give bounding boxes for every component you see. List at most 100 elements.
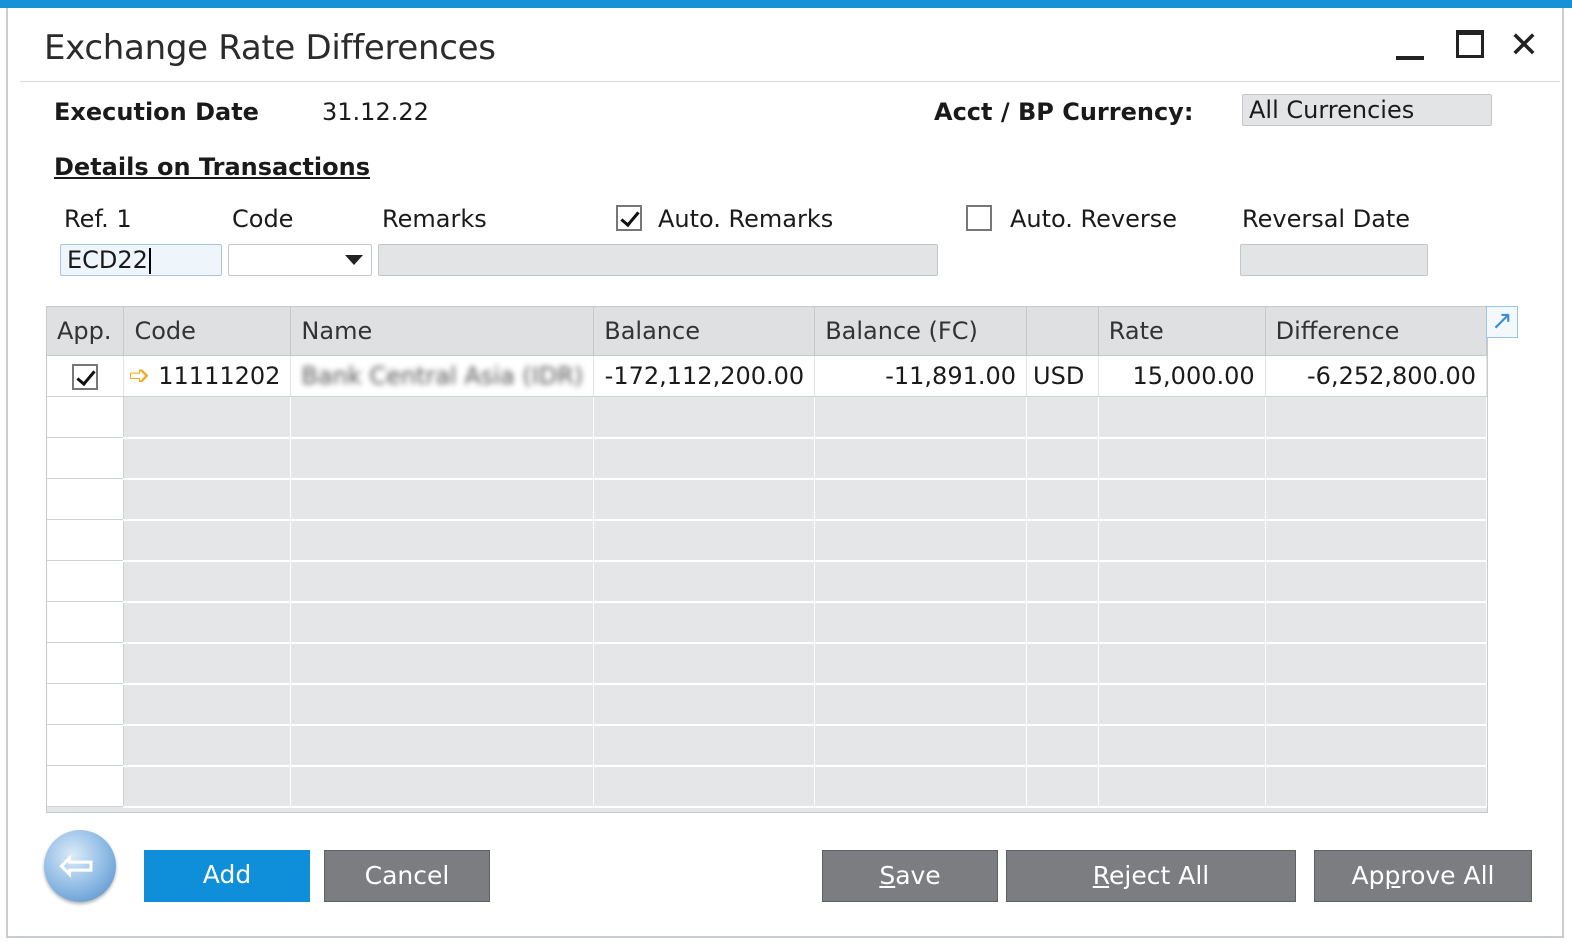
table-row[interactable] (47, 642, 1487, 685)
table-row[interactable] (47, 601, 1487, 644)
grid-cell[interactable] (123, 683, 292, 726)
table-row[interactable] (47, 396, 1487, 439)
rate-cell[interactable]: 15,000.00 (1098, 355, 1266, 397)
grid-cell[interactable] (1098, 601, 1266, 644)
grid-cell[interactable] (1098, 683, 1266, 726)
grid-cell[interactable] (814, 724, 1028, 767)
grid-cell[interactable] (814, 396, 1028, 439)
grid-cell[interactable] (1098, 437, 1266, 480)
grid-cell[interactable] (123, 437, 292, 480)
currency-field[interactable]: All Currencies (1242, 94, 1492, 126)
grid-cell[interactable] (290, 396, 595, 439)
grid-cell[interactable] (1098, 724, 1266, 767)
grid-cell[interactable] (123, 478, 292, 521)
grid-cell[interactable] (1098, 478, 1266, 521)
grid-cell[interactable] (593, 396, 816, 439)
auto-remarks-checkbox[interactable] (616, 205, 642, 231)
grid-cell[interactable] (593, 437, 816, 480)
grid-cell[interactable] (593, 560, 816, 603)
code-dropdown[interactable] (228, 244, 372, 276)
approve-checkbox[interactable] (72, 364, 99, 390)
cancel-button[interactable]: Cancel (324, 850, 490, 902)
grid-cell[interactable] (814, 683, 1028, 726)
table-row[interactable] (47, 560, 1487, 603)
column-header[interactable]: App. (47, 307, 125, 356)
grid-cell[interactable] (1265, 560, 1487, 603)
grid-cell[interactable] (290, 601, 595, 644)
maximize-button[interactable] (1450, 26, 1490, 66)
approve-cell[interactable] (47, 478, 125, 520)
grid-cell[interactable] (1098, 519, 1266, 562)
approve-cell[interactable] (47, 396, 125, 438)
grid-cell[interactable] (1026, 642, 1099, 685)
difference-cell[interactable]: -6,252,800.00 (1265, 355, 1487, 397)
grid-cell[interactable] (1265, 601, 1487, 644)
grid-cell[interactable] (123, 642, 292, 685)
grid-cell[interactable] (814, 642, 1028, 685)
ref1-input[interactable]: ECD22 (60, 244, 222, 276)
grid-cell[interactable] (1026, 519, 1099, 562)
grid-cell[interactable] (1098, 560, 1266, 603)
back-arrow-icon[interactable]: ⇦ (44, 830, 116, 902)
name-cell[interactable]: Bank Central Asia (IDR) (290, 355, 595, 397)
approve-cell[interactable] (47, 601, 125, 643)
grid-cell[interactable] (290, 765, 595, 808)
grid-cell[interactable] (290, 724, 595, 767)
expand-icon[interactable]: ↗ (1486, 306, 1518, 338)
close-button[interactable]: ✕ (1504, 26, 1544, 66)
currency-cell[interactable]: USD (1026, 355, 1099, 397)
grid-cell[interactable] (1265, 642, 1487, 685)
grid-cell[interactable] (1026, 437, 1099, 480)
grid-cell[interactable] (593, 683, 816, 726)
grid-cell[interactable] (1026, 478, 1099, 521)
grid-cell[interactable] (123, 396, 292, 439)
table-row[interactable]: ➩ 11111202 Bank Central Asia (IDR) -172,112… (47, 355, 1487, 397)
approve-cell[interactable] (47, 355, 125, 397)
save-button[interactable]: Save (822, 850, 998, 902)
grid-cell[interactable] (1265, 519, 1487, 562)
grid-cell[interactable] (1098, 765, 1266, 808)
grid-cell[interactable] (814, 478, 1028, 521)
table-row[interactable] (47, 683, 1487, 726)
reject-all-button[interactable]: Reject All (1006, 850, 1296, 902)
add-button[interactable]: Add (144, 850, 310, 902)
grid-cell[interactable] (814, 765, 1028, 808)
grid-cell[interactable] (123, 519, 292, 562)
column-header[interactable]: Rate (1098, 307, 1266, 356)
grid-cell[interactable] (1265, 396, 1487, 439)
table-row[interactable] (47, 519, 1487, 562)
approve-cell[interactable] (47, 683, 125, 725)
table-row[interactable] (47, 478, 1487, 521)
approve-cell[interactable] (47, 519, 125, 561)
column-header[interactable] (1026, 307, 1099, 356)
grid-cell[interactable] (1026, 724, 1099, 767)
grid-cell[interactable] (814, 437, 1028, 480)
balance-fc-cell[interactable]: -11,891.00 (814, 355, 1028, 397)
column-header[interactable]: Name (290, 307, 595, 356)
grid-cell[interactable] (123, 601, 292, 644)
link-arrow-icon[interactable]: ➩ (128, 361, 150, 391)
grid-cell[interactable] (1098, 642, 1266, 685)
grid-cell[interactable] (290, 642, 595, 685)
grid-cell[interactable] (593, 601, 816, 644)
column-header[interactable]: Difference (1265, 307, 1487, 356)
grid-cell[interactable] (123, 560, 292, 603)
approve-all-button[interactable]: Approve All (1314, 850, 1532, 902)
grid-cell[interactable] (1265, 437, 1487, 480)
grid-cell[interactable] (1026, 765, 1099, 808)
table-row[interactable] (47, 765, 1487, 808)
approve-cell[interactable] (47, 437, 125, 479)
remarks-input[interactable] (378, 244, 938, 276)
grid-cell[interactable] (814, 519, 1028, 562)
grid-cell[interactable] (593, 724, 816, 767)
grid-cell[interactable] (814, 560, 1028, 603)
balance-cell[interactable]: -172,112,200.00 (593, 355, 816, 397)
column-header[interactable]: Code (123, 307, 292, 356)
grid-cell[interactable] (593, 478, 816, 521)
grid-cell[interactable] (1026, 560, 1099, 603)
grid-cell[interactable] (1098, 396, 1266, 439)
grid-cell[interactable] (290, 478, 595, 521)
grid-cell[interactable] (290, 560, 595, 603)
grid-cell[interactable] (1265, 765, 1487, 808)
column-header[interactable]: Balance (593, 307, 816, 356)
